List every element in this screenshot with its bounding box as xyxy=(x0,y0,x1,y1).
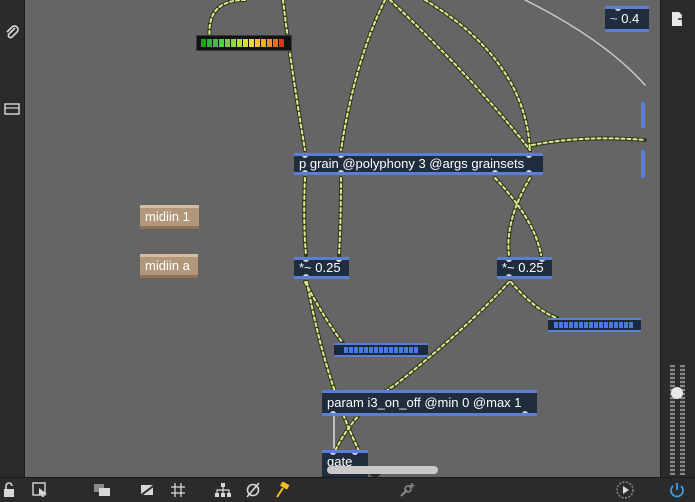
level-meter xyxy=(196,35,292,51)
hide-icon[interactable] xyxy=(138,480,158,500)
layers-icon[interactable] xyxy=(92,480,112,500)
midiin-a-message[interactable]: midiin a xyxy=(140,254,198,278)
left-toolbar xyxy=(0,0,25,478)
lock-icon[interactable] xyxy=(0,480,20,500)
outlet[interactable] xyxy=(526,170,532,172)
play-icon[interactable] xyxy=(614,480,636,500)
clipboard-icon[interactable] xyxy=(0,99,24,119)
volume-track-right xyxy=(680,365,685,475)
midiin-1-message[interactable]: midiin 1 xyxy=(140,205,199,229)
outlet[interactable] xyxy=(330,411,336,413)
outlet[interactable] xyxy=(506,274,512,276)
param-object-text: param i3_on_off @min 0 @max 1 xyxy=(327,395,522,410)
export-icon[interactable] xyxy=(661,8,695,30)
grain-object-text: p grain @polyphony 3 @args grainsets xyxy=(299,156,525,171)
outlet[interactable] xyxy=(338,170,344,172)
volume-knob[interactable] xyxy=(671,387,683,399)
patch-cord xyxy=(340,0,386,151)
patch-cord xyxy=(208,0,246,41)
signal-meter-right xyxy=(548,318,641,332)
outlet[interactable] xyxy=(492,170,498,172)
patcher-canvas[interactable]: ~ 0.4 p grain @polyphony 3 @args grainse… xyxy=(25,0,661,478)
inlet[interactable] xyxy=(526,156,532,158)
signal-wave-icon: ~ xyxy=(610,11,618,26)
param-object[interactable]: param i3_on_off @min 0 @max 1 xyxy=(322,390,537,416)
inlet[interactable] xyxy=(352,453,358,455)
volume-track-left xyxy=(670,365,675,475)
tree-icon[interactable] xyxy=(213,480,233,500)
signal-meter-left xyxy=(334,343,428,357)
add-component-icon[interactable] xyxy=(397,480,417,500)
multiply-left-object[interactable]: *~ 0.25 xyxy=(294,257,349,279)
patch-cord xyxy=(494,177,542,256)
inlet[interactable] xyxy=(539,260,545,262)
offscreen-object-edge[interactable] xyxy=(641,102,645,128)
bottom-toolbar xyxy=(0,477,695,502)
null-icon[interactable] xyxy=(243,480,263,500)
grid-icon[interactable] xyxy=(168,480,188,500)
multiply-right-object[interactable]: *~ 0.25 xyxy=(497,257,552,279)
pin-icon[interactable] xyxy=(272,480,292,500)
outlet[interactable] xyxy=(303,274,309,276)
right-toolbar xyxy=(660,0,695,478)
signal-value: 0.4 xyxy=(621,11,640,26)
paperclip-icon[interactable] xyxy=(0,22,24,42)
power-icon[interactable] xyxy=(666,480,688,500)
inlet[interactable] xyxy=(336,260,342,262)
signal-number-box[interactable]: ~ 0.4 xyxy=(605,6,649,32)
multiply-right-text: *~ 0.25 xyxy=(502,260,544,275)
multiply-left-text: *~ 0.25 xyxy=(299,260,341,275)
select-pointer-icon[interactable] xyxy=(30,480,50,500)
midiin-1-label: midiin 1 xyxy=(145,209,190,224)
outlet[interactable] xyxy=(302,170,308,172)
offscreen-object-edge[interactable] xyxy=(641,150,645,178)
outlet[interactable] xyxy=(522,411,528,413)
midiin-a-label: midiin a xyxy=(145,258,190,273)
grain-object[interactable]: p grain @polyphony 3 @args grainsets xyxy=(294,153,543,175)
volume-slider[interactable] xyxy=(668,365,688,475)
horizontal-scrollbar[interactable] xyxy=(327,466,438,474)
